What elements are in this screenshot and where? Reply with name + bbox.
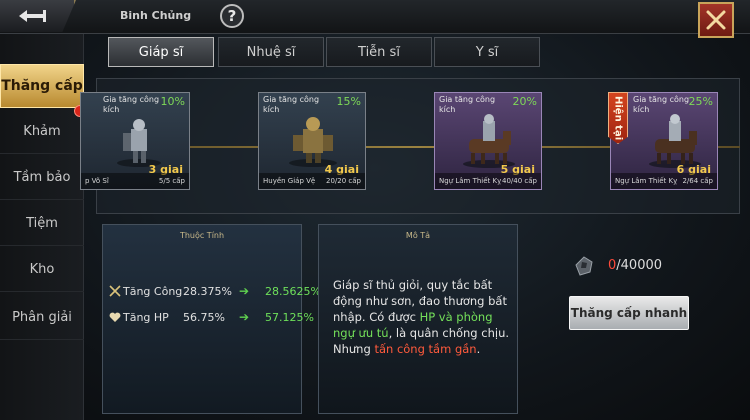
cavalry-icon [463, 114, 515, 168]
help-button[interactable]: ? [220, 4, 244, 28]
tab-tien-si[interactable]: Tiễn sĩ [326, 37, 432, 67]
stats-title: Thuộc Tính [179, 231, 225, 240]
unit-name: Ngự Lâm Thiết Kỵ [439, 177, 502, 185]
stat-current: 28.375% [183, 285, 232, 298]
stat-next: 57.125% [265, 311, 314, 324]
unit-name: p Võ Sĩ [85, 177, 109, 185]
unit-name: Ngự Lâm Thiết Kỵ [615, 177, 678, 185]
sidebar-item-tiem[interactable]: Tiệm [0, 202, 84, 246]
ore-icon [575, 256, 593, 276]
cavalry-icon [649, 114, 701, 168]
unit-progress: 5/5 cấp [158, 177, 185, 185]
description-title: Mô Tả [405, 231, 431, 240]
arrow-right-icon: ➔ [239, 284, 250, 298]
sidebar-item-phan-giai[interactable]: Phân giải [0, 296, 84, 340]
sidebar: Thăng cấp Khảm Tầm bảo Tiệm Kho Phân giả… [0, 34, 84, 420]
stage-card[interactable]: Gia tăng công kích 15% 4 giai Huyền Giáp… [258, 92, 366, 190]
sidebar-item-kho[interactable]: Kho [0, 248, 84, 292]
description-highlight-red: tấn công tầm gần [374, 342, 477, 356]
stage-card[interactable]: Gia tăng công kích 20% 5 giai Ngự Lâm Th… [434, 92, 542, 190]
unit-progress: 2/64 cấp [682, 177, 713, 185]
stats-panel: Thuộc Tính Tăng Công 28.375% ➔ 28.5625% … [102, 224, 321, 414]
soldier-icon [289, 117, 337, 167]
current-stage-label: Hiện tại [612, 96, 624, 141]
stage-card[interactable]: Gia tăng công kích 10% 3 giai p Võ Sĩ 5/… [80, 92, 190, 190]
sidebar-item-thang-cap[interactable]: Thăng cấp [0, 64, 84, 108]
quick-upgrade-button[interactable]: Thăng cấp nhanh [569, 296, 689, 330]
description-panel: Mô Tả Giáp sĩ thủ giỏi, quy tắc bất động… [318, 224, 518, 414]
unit-progress: 40/40 cấp [502, 177, 537, 185]
unit-progress: 20/20 cấp [326, 177, 361, 185]
description-part: . [476, 342, 481, 356]
stat-next: 28.5625% [265, 285, 321, 298]
stage-footer: p Võ Sĩ 5/5 cấp [81, 173, 189, 189]
top-bar: Binh Chủng ? [0, 0, 750, 34]
stat-current: 56.75% [183, 311, 225, 324]
close-button[interactable] [698, 2, 734, 38]
current-stage-ribbon: Hiện tại [608, 92, 628, 144]
sidebar-item-kham[interactable]: Khảm [0, 110, 84, 154]
heart-icon [109, 312, 121, 322]
back-button[interactable] [0, 0, 76, 32]
tab-nhue-si[interactable]: Nhuệ sĩ [218, 37, 324, 67]
cost-need: /40000 [616, 258, 663, 273]
tab-giap-si[interactable]: Giáp sĩ [108, 37, 214, 67]
stat-row-attack: Tăng Công 28.375% ➔ 28.5625% [109, 284, 321, 299]
stage-desc: Gia tăng công kích [263, 95, 320, 114]
close-icon [706, 10, 726, 30]
sidebar-item-tam-bao[interactable]: Tầm bảo [0, 156, 84, 200]
stage-percent: 25% [688, 95, 713, 108]
stat-row-hp: Tăng HP 56.75% ➔ 57.125% [109, 310, 314, 325]
page-title: Binh Chủng [120, 9, 192, 22]
tab-y-si[interactable]: Y sĩ [434, 37, 540, 67]
stage-percent: 10% [160, 95, 185, 108]
arrow-right-icon: ➔ [239, 310, 250, 324]
stat-label: Tăng Công [123, 285, 183, 298]
stat-label: Tăng HP [123, 311, 169, 324]
stage-footer: Ngự Lâm Thiết Kỵ 2/64 cấp [611, 173, 717, 189]
cost-amount: 0/40000 [608, 258, 662, 273]
stage-footer: Ngự Lâm Thiết Kỵ 40/40 cấp [435, 173, 541, 189]
unit-name: Huyền Giáp Vệ [263, 177, 316, 185]
back-arrow-icon [19, 10, 46, 22]
soldier-icon [117, 119, 161, 167]
stage-footer: Huyền Giáp Vệ 20/20 cấp [259, 173, 365, 189]
description-text: Giáp sĩ thủ giỏi, quy tắc bất động như s… [333, 277, 513, 357]
stage-percent: 20% [512, 95, 537, 108]
stage-desc: Gia tăng công kích [439, 95, 496, 114]
stage-percent: 15% [336, 95, 361, 108]
crossed-swords-icon [109, 285, 121, 297]
